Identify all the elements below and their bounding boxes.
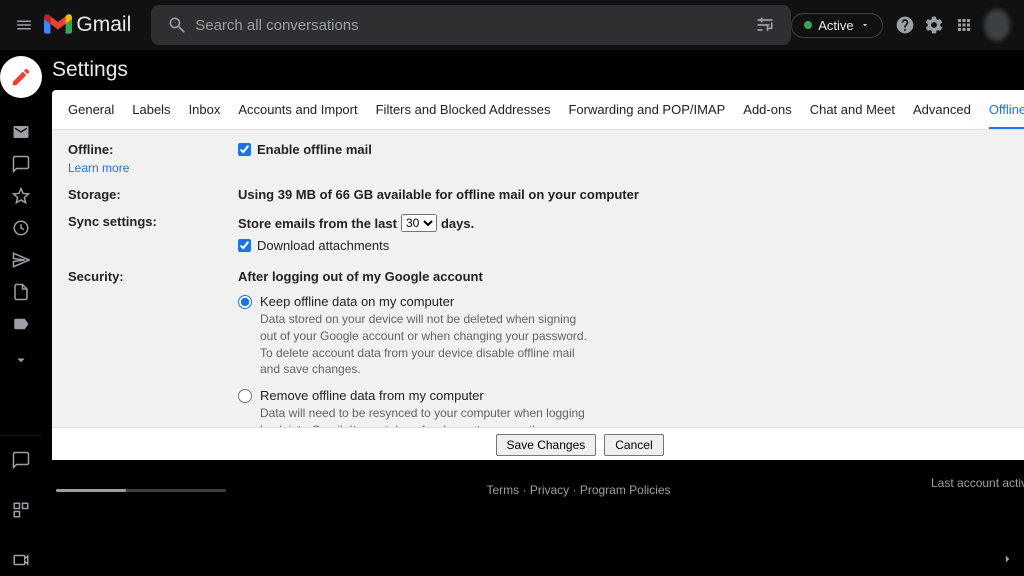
status-chip[interactable]: Active [791,13,882,38]
security-heading: After logging out of my Google account [238,269,483,284]
security-remove-desc: Data will need to be resynced to your co… [260,405,590,427]
support-button[interactable] [891,7,920,43]
tab-chat-and-meet[interactable]: Chat and Meet [810,102,895,129]
tab-labels[interactable]: Labels [132,102,170,129]
search-bar[interactable] [151,5,791,45]
gmail-icon [44,14,72,36]
storage-label: Storage: [68,187,121,202]
apps-grid-icon [955,16,973,34]
activity-prefix: Last account activity: [931,476,1024,490]
enable-offline-row[interactable]: Enable offline mail [238,142,1024,157]
security-label: Security: [68,269,124,284]
security-keep-radio[interactable] [238,295,252,309]
sync-suffix: days. [441,216,474,231]
send-icon [12,251,30,269]
footer-policies[interactable]: Program Policies [580,483,671,497]
status-dot-icon [804,21,812,29]
hide-sidepanel-button[interactable] [1000,552,1014,566]
nav-sent[interactable] [1,244,41,276]
clock-icon [12,219,30,237]
document-icon [12,283,30,301]
cancel-button[interactable]: Cancel [604,434,663,456]
nav-inbox[interactable] [1,116,41,148]
security-remove-radio[interactable] [238,389,252,403]
security-remove-label: Remove offline data from my computer [260,388,484,403]
nav-drafts[interactable] [1,276,41,308]
status-label: Active [818,18,853,33]
enable-offline-label: Enable offline mail [257,142,372,157]
nav-more[interactable] [1,344,41,376]
sync-label: Sync settings: [68,214,157,229]
chevron-down-icon [860,20,870,30]
nav-chat[interactable] [1,148,41,180]
tab-forwarding-and-pop-imap[interactable]: Forwarding and POP/IMAP [568,102,725,129]
search-input[interactable] [195,17,747,34]
chat-bubble-icon [12,451,30,469]
download-attachments-row[interactable]: Download attachments [238,238,1024,253]
tab-general[interactable]: General [68,102,114,129]
security-keep-label: Keep offline data on my computer [260,294,454,309]
enable-offline-checkbox[interactable] [238,143,251,156]
download-attachments-label: Download attachments [257,238,389,253]
chevron-down-icon [12,351,30,369]
offline-label: Offline: [68,142,114,157]
sync-days-select[interactable]: 30 [401,214,437,232]
inbox-icon [12,123,30,141]
tab-add-ons[interactable]: Add-ons [743,102,791,129]
star-icon [12,187,30,205]
nav-label[interactable] [1,308,41,340]
download-attachments-checkbox[interactable] [238,239,251,252]
nav-spaces[interactable] [1,494,41,526]
page-title: Settings [52,58,1024,82]
tab-advanced[interactable]: Advanced [913,102,971,129]
gmail-logo[interactable]: Gmail [44,13,131,37]
tab-filters-and-blocked-addresses[interactable]: Filters and Blocked Addresses [376,102,551,129]
nav-starred[interactable] [1,180,41,212]
search-icon [167,15,187,35]
storage-text: Using 39 MB of 66 GB available for offli… [238,187,639,202]
search-options-icon[interactable] [755,15,775,35]
storage-usage-bar [56,489,226,492]
video-icon [12,551,30,569]
sync-prefix: Store emails from the last [238,216,397,231]
footer-terms[interactable]: Terms [486,483,519,497]
save-button[interactable]: Save Changes [496,434,597,456]
help-icon [895,15,915,35]
security-remove-row[interactable]: Remove offline data from my computer [238,388,1024,403]
pencil-icon [10,66,32,88]
account-avatar[interactable] [984,9,1010,41]
tab-accounts-and-import[interactable]: Accounts and Import [238,102,357,129]
tab-inbox[interactable]: Inbox [189,102,221,129]
nav-snoozed[interactable] [1,212,41,244]
security-keep-desc: Data stored on your device will not be d… [260,311,590,378]
main-menu-button[interactable] [8,5,40,45]
gear-icon [924,15,944,35]
apps-button[interactable] [949,7,978,43]
compose-button[interactable] [0,56,42,98]
app-name: Gmail [76,13,131,37]
nav-chat-bottom[interactable] [1,444,41,476]
tab-offline[interactable]: Offline [989,102,1024,129]
chat-icon [12,155,30,173]
chevron-right-icon [1000,552,1014,566]
nav-meet[interactable] [1,544,41,576]
security-keep-row[interactable]: Keep offline data on my computer [238,294,1024,309]
settings-tabs: General Labels Inbox Accounts and Import Fil… [52,90,1024,130]
learn-more-link[interactable]: Learn more [68,161,238,175]
settings-button[interactable] [920,7,949,43]
label-icon [12,315,30,333]
footer-privacy[interactable]: Privacy [530,483,569,497]
grid-icon [12,501,30,519]
